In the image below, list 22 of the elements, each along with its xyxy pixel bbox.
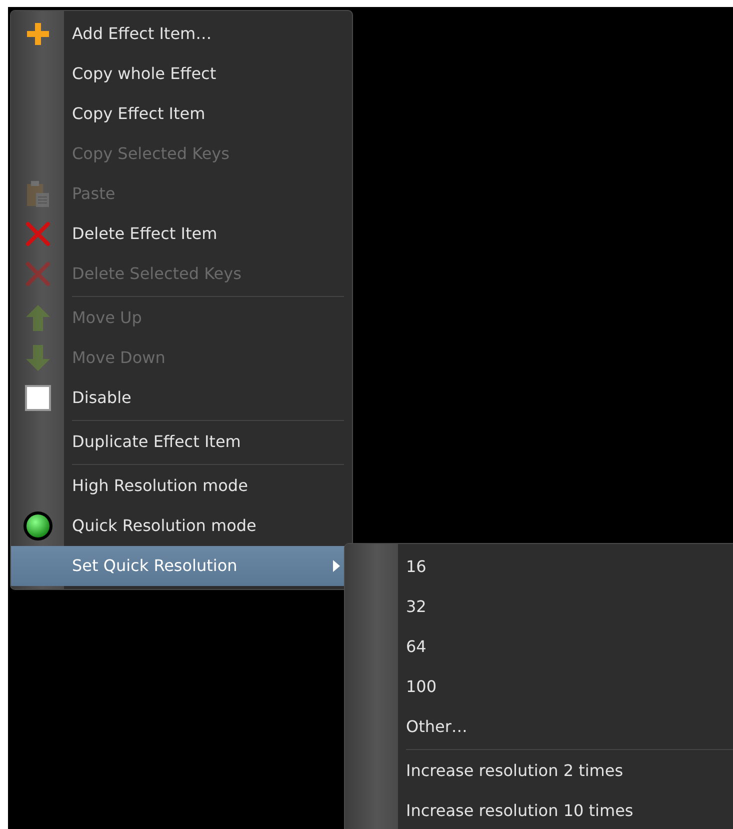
menu-item[interactable]: Increase resolution 10 times [345,791,733,829]
clipboard-icon [26,180,50,208]
menu-item[interactable]: 100 [345,667,733,707]
menu-item[interactable]: Duplicate Effect Item [11,422,352,462]
menu-item[interactable]: Delete Effect Item [11,214,352,254]
submenu-arrow-icon [333,560,340,572]
menu-item[interactable]: Copy whole Effect [11,54,352,94]
menu-item[interactable]: Copy Effect Item [11,94,352,134]
menu-item[interactable]: Add Effect Item… [11,14,352,54]
cross-icon [24,221,50,247]
menu-item[interactable]: High Resolution mode [11,466,352,506]
menu-item[interactable]: Increase resolution 2 times [345,751,733,791]
arrow-up-icon [24,304,50,332]
menu-item[interactable]: Disable [11,378,352,418]
cross-icon [24,261,50,287]
menu-item[interactable]: 64 [345,627,733,667]
menu-item[interactable]: 32 [345,587,733,627]
menu-item[interactable]: Quick Resolution mode [11,506,352,546]
arrow-down-icon [24,344,50,372]
menu-item[interactable]: Other… [345,707,733,747]
checkbox[interactable] [24,385,50,411]
plus-icon [24,21,50,47]
